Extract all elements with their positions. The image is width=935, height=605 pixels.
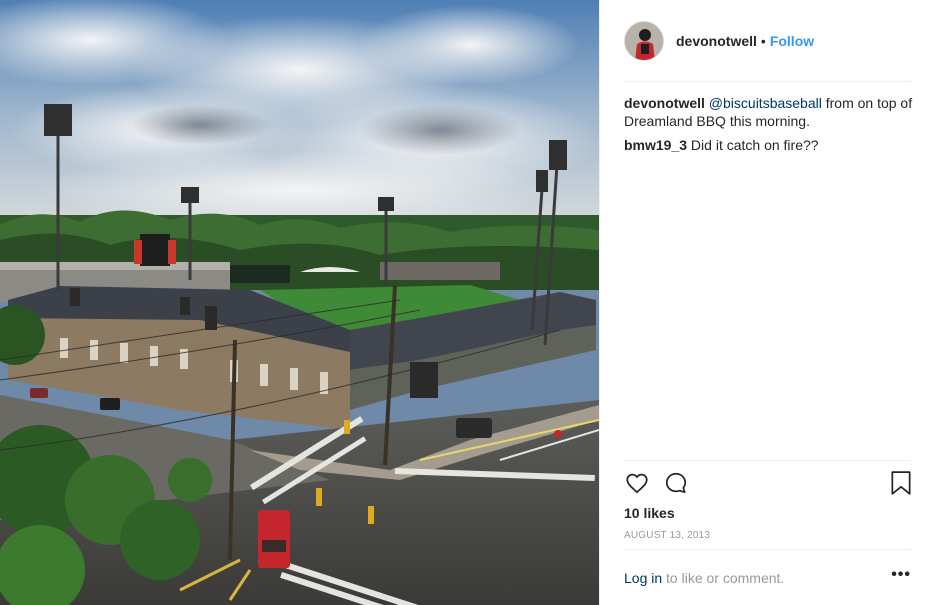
comment-item: bmw19_3 Did it catch on fire?? [624, 136, 914, 154]
comment-icon[interactable] [663, 470, 689, 501]
bookmark-icon[interactable] [890, 470, 912, 501]
footer-divider [624, 549, 911, 550]
post-header: devonotwell • Follow [600, 0, 935, 82]
login-prompt-text: to like or comment. [662, 570, 785, 586]
follow-button[interactable]: Follow [770, 33, 814, 49]
like-count[interactable]: 10 likes [624, 505, 675, 521]
actions-divider [624, 460, 911, 461]
stadium-street-photo [0, 0, 599, 605]
avatar[interactable] [624, 21, 664, 61]
post-details-panel: devonotwell • Follow devonotwell @biscui… [599, 0, 935, 605]
login-link[interactable]: Log in [624, 570, 662, 586]
comment-username[interactable]: devonotwell [624, 95, 705, 111]
post-date: AUGUST 13, 2013 [624, 530, 711, 541]
author-username[interactable]: devonotwell [676, 33, 757, 49]
instagram-post: devonotwell • Follow devonotwell @biscui… [0, 0, 935, 605]
comment-username[interactable]: bmw19_3 [624, 137, 687, 153]
login-prompt: Log in to like or comment. [624, 570, 784, 586]
heart-icon[interactable] [624, 470, 650, 501]
comments-list: devonotwell @biscuitsbaseball from on to… [624, 94, 914, 160]
more-options-icon[interactable]: ••• [891, 566, 911, 584]
avatar-image [625, 22, 663, 60]
header-divider [624, 81, 911, 82]
comment-text: Did it catch on fire?? [687, 137, 819, 153]
action-bar [624, 470, 914, 500]
comment-mention-link[interactable]: @biscuitsbaseball [709, 95, 822, 111]
post-photo[interactable] [0, 0, 599, 605]
header-separator: • [760, 33, 766, 49]
comment-item: devonotwell @biscuitsbaseball from on to… [624, 94, 914, 130]
